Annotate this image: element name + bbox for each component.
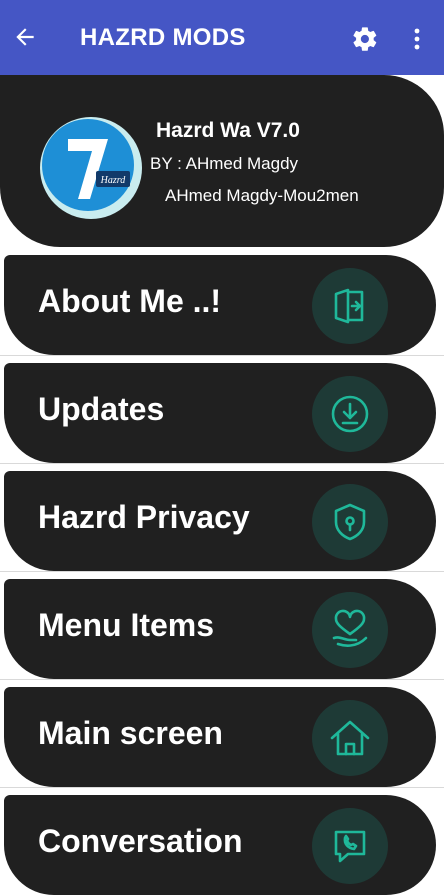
heart-hand-icon [312,592,388,668]
mod-by-line: BY : AHmed Magdy [150,154,299,173]
download-icon [312,376,388,452]
menu-item-label: Conversation [38,823,243,859]
menu-item-label: Updates [38,391,165,427]
app-bar: HAZRD MODS [0,0,444,75]
logo-text: Hazrd [100,175,127,186]
app-title: HAZRD MODS [80,24,246,51]
chat-phone-icon [312,808,388,884]
header-card: Hazrd Hazrd Wa V7.0 BY : AHmed Magdy AHm… [0,75,444,247]
shield-lock-icon [312,484,388,560]
menu-item-label: About Me ..! [38,283,222,319]
menu-item-label: Main screen [38,715,223,751]
divider [0,463,444,464]
home-icon [312,700,388,776]
menu-item-conversation[interactable]: Conversation [4,795,436,895]
divider [0,679,444,680]
divider [0,571,444,572]
hazrd-logo: Hazrd [40,117,142,219]
menu-item-label: Menu Items [38,607,215,643]
login-door-icon [312,268,388,344]
menu-item-menu-items[interactable]: Menu Items [4,579,436,679]
mod-author: AHmed Magdy-Mou2men [165,186,359,205]
mod-title: Hazrd Wa V7.0 [156,119,300,142]
more-vertical-icon [414,28,420,50]
menu-item-label: Hazrd Privacy [38,499,250,535]
divider [0,787,444,788]
back-button[interactable] [10,22,40,52]
menu-item-hazrd-privacy[interactable]: Hazrd Privacy [4,471,436,571]
gear-icon [353,27,377,51]
arrow-left-icon [16,28,34,46]
more-options-button[interactable] [405,24,429,54]
menu-item-main-screen[interactable]: Main screen [4,687,436,787]
menu-item-about-me[interactable]: About Me ..! [4,255,436,355]
menu-item-updates[interactable]: Updates [4,363,436,463]
divider [0,355,444,356]
settings-button[interactable] [350,24,380,54]
